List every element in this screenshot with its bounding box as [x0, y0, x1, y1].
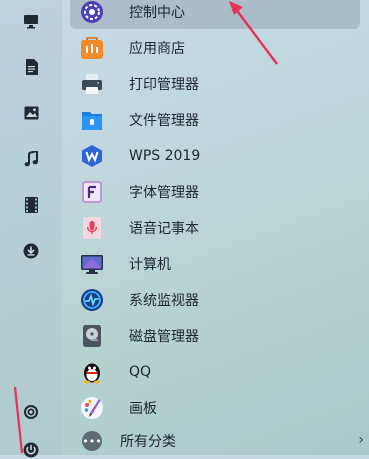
- voice-notepad-icon: [79, 215, 105, 241]
- app-item-font-manager[interactable]: 字体管理器: [70, 175, 360, 209]
- app-item-app-store[interactable]: 应用商店: [70, 31, 360, 65]
- app-item-qq[interactable]: QQ: [70, 355, 360, 389]
- qq-icon: [79, 359, 105, 385]
- settings-icon[interactable]: [22, 403, 40, 421]
- app-item-voice-notepad[interactable]: 语音记事本: [70, 211, 360, 245]
- picture-icon[interactable]: [22, 104, 40, 122]
- video-icon[interactable]: [22, 196, 40, 214]
- app-item-wps[interactable]: WPS 2019: [70, 139, 360, 173]
- app-item-system-monitor[interactable]: 系统监视器: [70, 283, 360, 317]
- app-label: 语音记事本: [129, 221, 199, 237]
- app-label: WPS 2019: [129, 148, 201, 164]
- app-label: 打印管理器: [129, 77, 199, 93]
- app-label: 文件管理器: [129, 113, 199, 129]
- system-monitor-icon: [79, 287, 105, 313]
- all-categories-label: 所有分类: [120, 434, 176, 450]
- app-label: 字体管理器: [129, 185, 199, 201]
- all-categories-button[interactable]: ••• 所有分类 ›: [70, 427, 369, 455]
- app-item-file-manager[interactable]: 文件管理器: [70, 103, 360, 137]
- font-manager-icon: [79, 179, 105, 205]
- app-label: 计算机: [129, 257, 171, 273]
- power-icon[interactable]: [22, 441, 40, 459]
- app-label: 磁盘管理器: [129, 329, 199, 345]
- app-item-control-center[interactable]: 控制中心: [70, 0, 360, 29]
- computer-icon[interactable]: [22, 12, 40, 30]
- file-manager-icon: [79, 107, 105, 133]
- app-item-drawing-board[interactable]: 画板: [70, 391, 360, 425]
- more-dots-icon: •••: [82, 431, 102, 451]
- app-label: QQ: [129, 364, 152, 380]
- chevron-right-icon: ›: [358, 432, 364, 448]
- wps-icon: [79, 143, 105, 169]
- control-center-icon: [79, 0, 105, 25]
- app-item-disk-manager[interactable]: 磁盘管理器: [70, 319, 360, 353]
- app-label: 系统监视器: [129, 293, 199, 309]
- app-label: 画板: [129, 401, 157, 417]
- sidebar: [0, 0, 62, 458]
- disk-manager-icon: [79, 323, 105, 349]
- document-icon[interactable]: [22, 58, 40, 76]
- app-item-computer[interactable]: 计算机: [70, 247, 360, 281]
- download-icon[interactable]: [22, 242, 40, 260]
- drawing-board-icon: [79, 395, 105, 421]
- app-label: 应用商店: [129, 41, 185, 57]
- computer-app-icon: [79, 251, 105, 277]
- app-item-print-manager[interactable]: 打印管理器: [70, 67, 360, 101]
- printer-icon: [79, 71, 105, 97]
- app-label: 控制中心: [129, 5, 185, 21]
- music-icon[interactable]: [22, 150, 40, 168]
- app-list: 控制中心 应用商店 打印管理器 文件管理器 WPS 2019 字体管理器 语音记…: [62, 0, 369, 455]
- app-store-icon: [79, 35, 105, 61]
